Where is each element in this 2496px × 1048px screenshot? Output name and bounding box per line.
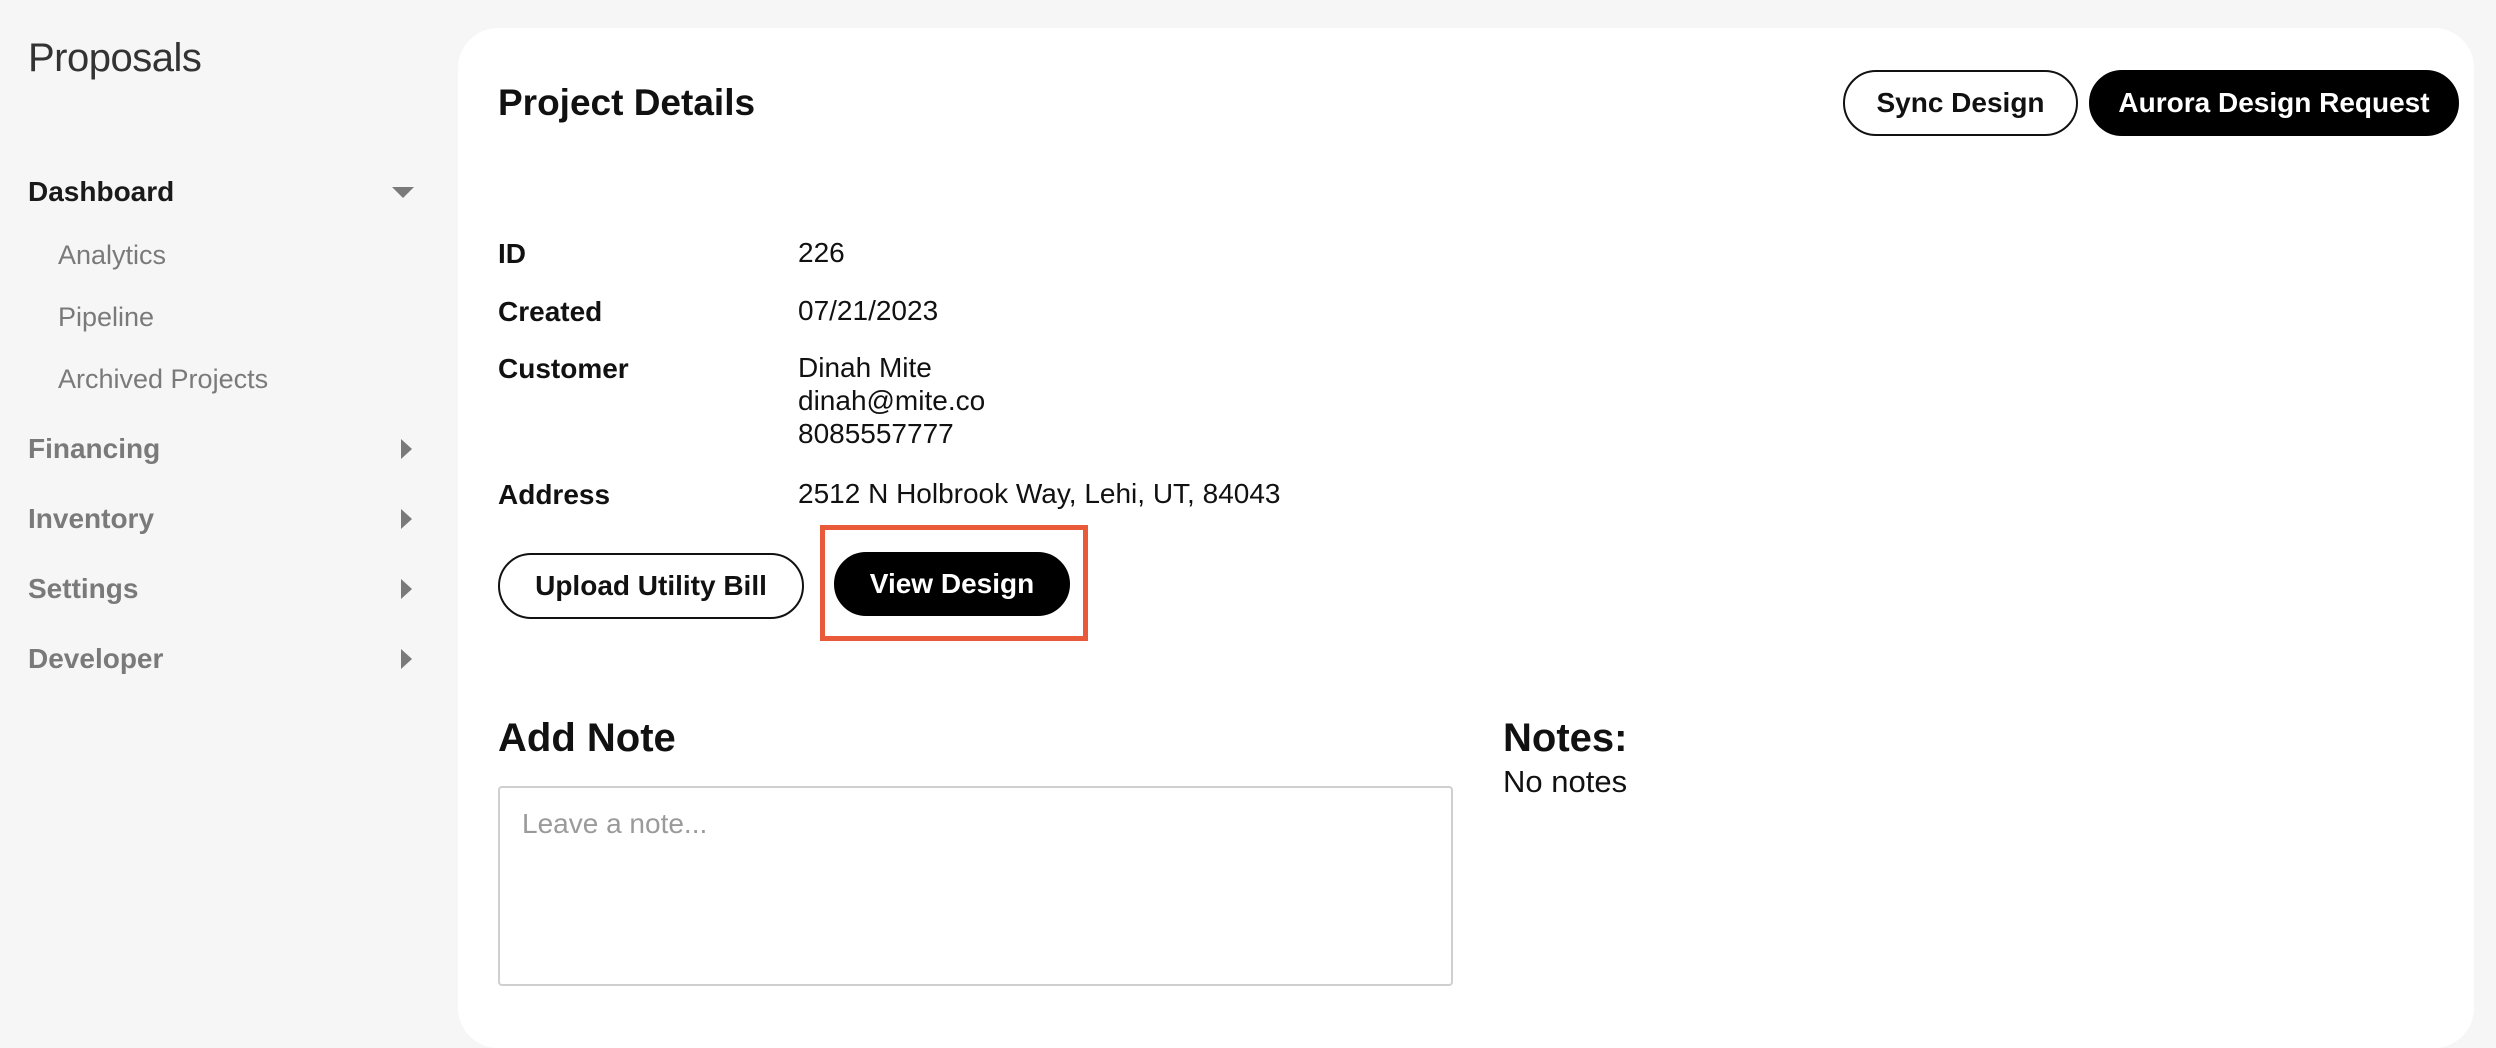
view-design-button[interactable]: View Design	[834, 552, 1070, 616]
sync-design-button[interactable]: Sync Design	[1843, 70, 2078, 136]
sidebar-item-label: Dashboard	[28, 176, 175, 207]
chevron-right-icon	[401, 579, 412, 599]
created-label: Created	[498, 296, 603, 327]
page-title: Project Details	[498, 82, 756, 123]
add-note-heading: Add Note	[498, 716, 676, 760]
sidebar-item-label: Inventory	[28, 503, 155, 534]
id-value: 226	[798, 237, 845, 268]
chevron-down-icon	[392, 186, 414, 198]
address-value: 2512 N Holbrook Way, Lehi, UT, 84043	[798, 478, 1281, 509]
sidebar: Proposals Dashboard Analytics Pipeline A…	[0, 0, 458, 1024]
sidebar-item-label: Financing	[28, 433, 161, 464]
sidebar-item-pipeline[interactable]: Pipeline	[58, 295, 154, 339]
upload-utility-bill-button[interactable]: Upload Utility Bill	[498, 553, 804, 619]
created-value: 07/21/2023	[798, 295, 939, 326]
address-label: Address	[498, 479, 611, 510]
sidebar-item-developer[interactable]: Developer	[28, 634, 420, 684]
notes-heading: Notes:	[1503, 716, 1628, 760]
sidebar-item-inventory[interactable]: Inventory	[28, 494, 420, 544]
id-label: ID	[498, 238, 526, 269]
customer-email: dinah@mite.co	[798, 385, 986, 416]
sidebar-item-financing[interactable]: Financing	[28, 424, 420, 474]
customer-name: Dinah Mite	[798, 352, 932, 383]
sidebar-item-label: Developer	[28, 643, 164, 674]
customer-label: Customer	[498, 353, 629, 384]
chevron-right-icon	[401, 649, 412, 669]
chevron-right-icon	[401, 509, 412, 529]
sidebar-item-analytics[interactable]: Analytics	[58, 233, 166, 277]
customer-phone: 8085557777	[798, 418, 954, 449]
sidebar-item-settings[interactable]: Settings	[28, 564, 420, 614]
note-input[interactable]	[498, 786, 1453, 986]
notes-empty-text: No notes	[1503, 764, 1628, 799]
chevron-right-icon	[401, 439, 412, 459]
project-details-card: Project Details Sync Design Aurora Desig…	[458, 28, 2474, 1048]
sidebar-item-archived-projects[interactable]: Archived Projects	[58, 357, 268, 401]
sidebar-item-dashboard[interactable]: Dashboard	[28, 167, 420, 217]
app-title: Proposals	[28, 36, 202, 80]
sidebar-item-label: Settings	[28, 573, 139, 604]
aurora-design-request-button[interactable]: Aurora Design Request	[2089, 70, 2459, 136]
